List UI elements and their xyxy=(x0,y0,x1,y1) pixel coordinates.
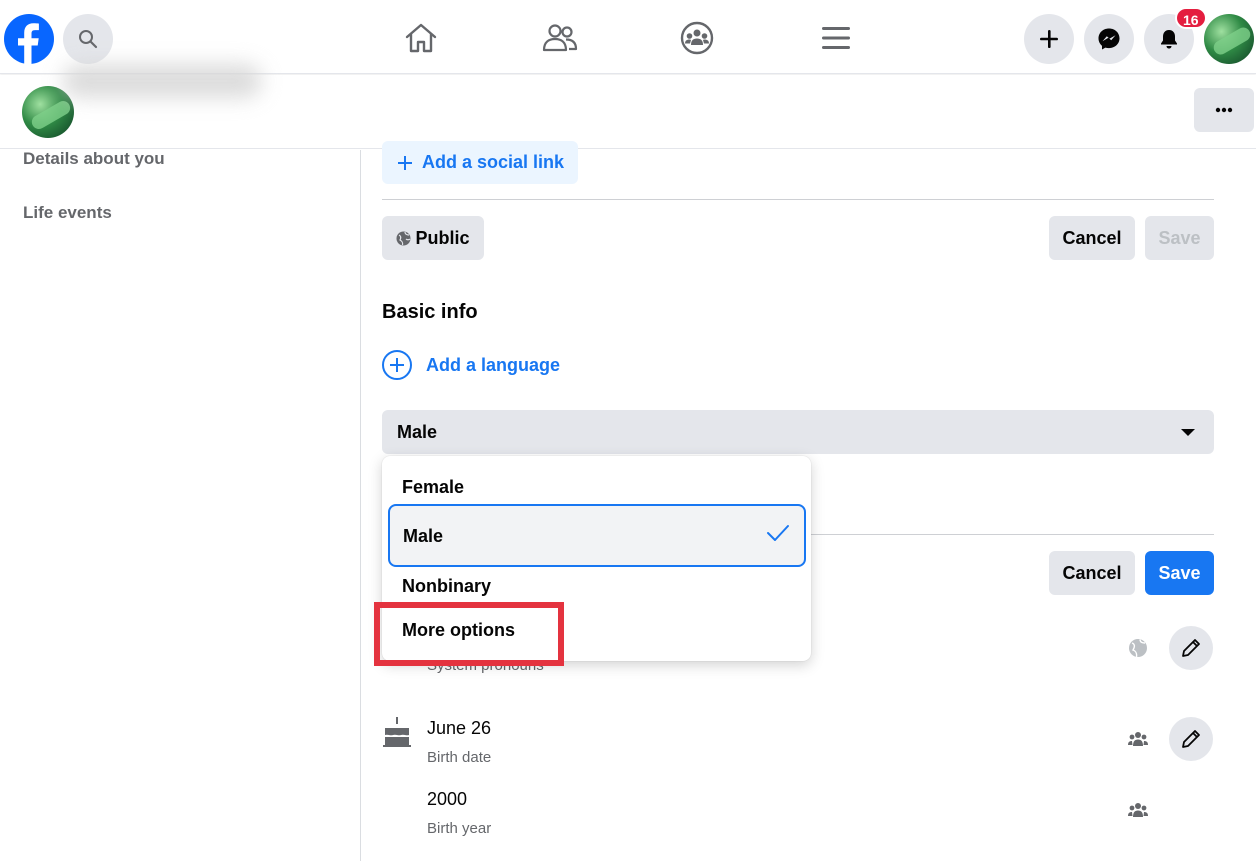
birth-date-value: June 26 xyxy=(427,718,492,738)
profile-about-page: 16 Details about you Life events Add a s… xyxy=(0,0,1256,861)
globe-icon xyxy=(396,231,411,245)
divider xyxy=(382,199,1214,200)
highlight-annotation-box xyxy=(374,602,564,666)
add-language-label: Add a language xyxy=(426,354,561,375)
pencil-icon xyxy=(1182,730,1200,748)
cancel-button[interactable]: Cancel xyxy=(1049,216,1135,260)
home-icon xyxy=(405,23,437,53)
facebook-logo[interactable] xyxy=(4,14,54,64)
save-button-disabled[interactable]: Save xyxy=(1145,216,1214,260)
caret-down-icon xyxy=(1181,429,1195,436)
account-avatar[interactable] xyxy=(1204,14,1254,64)
pencil-icon xyxy=(1182,639,1200,657)
friends-icon xyxy=(1128,732,1148,746)
add-social-link-button[interactable]: Add a social link xyxy=(382,141,578,184)
profile-name-blurred xyxy=(62,64,262,98)
birth-date-label: Birth date xyxy=(427,749,492,766)
divider xyxy=(811,534,1214,535)
sidebar-item-details-about-you[interactable]: Details about you xyxy=(23,149,165,169)
gender-select-value: Male xyxy=(397,421,438,442)
messenger-button[interactable] xyxy=(1084,14,1134,64)
bell-icon xyxy=(1161,30,1177,49)
save-button[interactable]: Save xyxy=(1145,551,1214,595)
birth-year-value: 2000 xyxy=(427,789,468,809)
search-button[interactable] xyxy=(63,14,113,64)
friends-tab[interactable] xyxy=(540,18,580,58)
gender-select[interactable]: Male xyxy=(382,410,1214,454)
gender-option-selected[interactable]: Male xyxy=(388,504,806,567)
gender-option-male: Male xyxy=(403,526,444,546)
birth-year-label: Birth year xyxy=(427,820,492,837)
add-social-link-label: Add a social link xyxy=(422,152,565,172)
gender-option-female[interactable]: Female xyxy=(402,477,464,498)
more-options-button[interactable] xyxy=(1194,88,1254,132)
search-icon xyxy=(79,30,98,49)
menu-icon xyxy=(822,27,850,49)
edit-birth-date-button[interactable] xyxy=(1169,717,1213,761)
friends-icon xyxy=(542,24,578,52)
globe-icon xyxy=(1129,639,1147,658)
section-title-basic-info: Basic info xyxy=(382,301,478,323)
friends-icon xyxy=(1128,803,1148,817)
plus-icon xyxy=(398,155,412,170)
audience-label: Public xyxy=(415,227,470,248)
profile-avatar[interactable] xyxy=(22,86,74,138)
menu-tab[interactable] xyxy=(816,18,856,58)
home-tab[interactable] xyxy=(401,18,441,58)
sidebar-item-life-events[interactable]: Life events xyxy=(23,203,112,223)
create-button[interactable] xyxy=(1024,14,1074,64)
about-sidebar xyxy=(0,150,361,861)
audience-selector-button[interactable]: Public xyxy=(382,216,484,260)
checkmark-icon xyxy=(767,525,789,541)
messenger-icon xyxy=(1098,28,1120,50)
groups-tab[interactable] xyxy=(677,18,717,58)
plus-circle-icon xyxy=(382,350,412,380)
notification-badge: 16 xyxy=(1175,7,1207,29)
groups-icon xyxy=(680,21,714,55)
cancel-button[interactable]: Cancel xyxy=(1049,551,1135,595)
top-navigation-bar: 16 xyxy=(0,0,1256,74)
ellipsis-icon xyxy=(1215,107,1233,113)
add-language-button[interactable]: Add a language xyxy=(382,350,560,380)
gender-option-nonbinary[interactable]: Nonbinary xyxy=(402,576,491,597)
plus-icon xyxy=(1040,30,1058,48)
cake-icon xyxy=(383,717,411,747)
edit-pronouns-button[interactable] xyxy=(1169,626,1213,670)
